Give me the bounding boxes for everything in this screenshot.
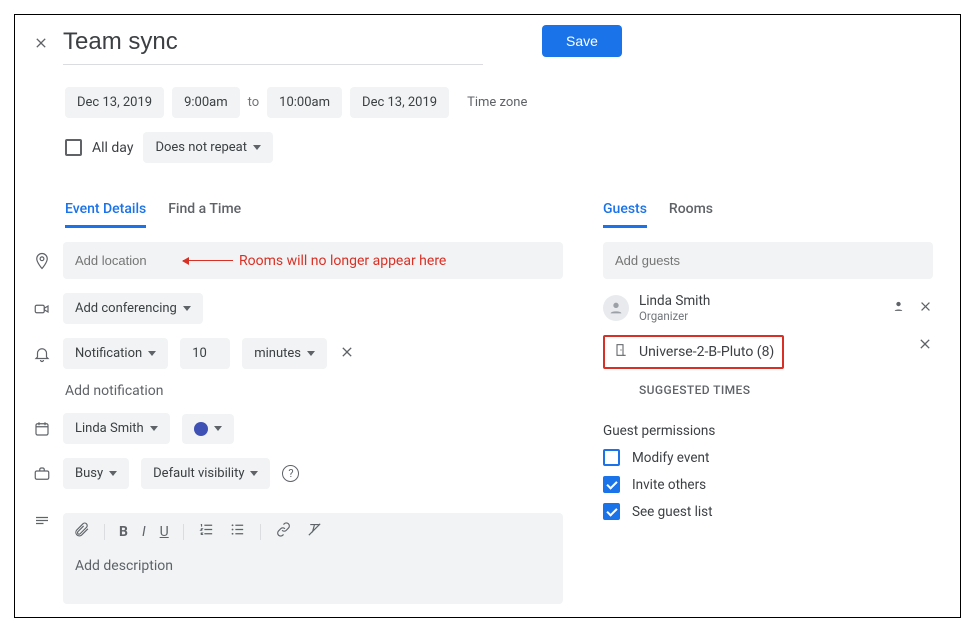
remove-notification-button[interactable] xyxy=(339,344,355,364)
perm-seelist-checkbox[interactable] xyxy=(603,503,620,520)
all-day-checkbox[interactable] xyxy=(65,139,82,156)
end-date-chip[interactable]: Dec 13, 2019 xyxy=(350,87,449,118)
end-time-chip[interactable]: 10:00am xyxy=(267,87,342,118)
notification-unit-label: minutes xyxy=(254,346,301,361)
conferencing-label: Add conferencing xyxy=(75,301,177,316)
location-input[interactable] xyxy=(63,242,563,279)
tab-event-details[interactable]: Event Details xyxy=(65,191,146,228)
calendar-icon xyxy=(33,420,51,438)
chevron-down-icon xyxy=(307,351,315,356)
briefcase-icon xyxy=(33,465,51,483)
visibility-label: Default visibility xyxy=(153,466,244,481)
room-icon xyxy=(613,342,629,362)
underline-icon[interactable]: U xyxy=(160,524,169,540)
separator xyxy=(260,524,261,540)
ordered-list-icon[interactable] xyxy=(198,521,215,542)
bold-icon[interactable]: B xyxy=(119,524,128,540)
guest-name: Linda Smith xyxy=(639,293,881,309)
unordered-list-icon[interactable] xyxy=(229,521,246,542)
start-time-chip[interactable]: 9:00am xyxy=(172,87,240,118)
conferencing-dropdown[interactable]: Add conferencing xyxy=(63,293,203,324)
guests-input[interactable] xyxy=(603,242,933,279)
perm-modify-checkbox[interactable] xyxy=(603,449,620,466)
calendar-owner-dropdown[interactable]: Linda Smith xyxy=(63,413,170,444)
start-date-chip[interactable]: Dec 13, 2019 xyxy=(65,87,164,118)
avatar xyxy=(603,295,629,321)
make-optional-icon[interactable] xyxy=(891,299,906,318)
repeat-label: Does not repeat xyxy=(155,140,247,155)
calendar-owner-label: Linda Smith xyxy=(75,421,144,436)
permissions-title: Guest permissions xyxy=(603,423,933,439)
attach-icon[interactable] xyxy=(73,521,90,542)
chevron-down-icon xyxy=(109,471,117,476)
availability-dropdown[interactable]: Busy xyxy=(63,458,129,489)
all-day-label: All day xyxy=(92,140,133,156)
timezone-link[interactable]: Time zone xyxy=(467,95,527,110)
close-icon[interactable] xyxy=(33,25,49,51)
italic-icon[interactable]: I xyxy=(142,524,146,540)
availability-label: Busy xyxy=(75,466,103,481)
notification-type-dropdown[interactable]: Notification xyxy=(63,338,168,369)
tab-find-time[interactable]: Find a Time xyxy=(168,191,241,228)
tab-guests[interactable]: Guests xyxy=(603,191,647,228)
remove-guest-button[interactable] xyxy=(918,299,933,318)
perm-invite-checkbox[interactable] xyxy=(603,476,620,493)
remove-room-button[interactable] xyxy=(917,336,933,356)
perm-seelist-label: See guest list xyxy=(632,504,713,520)
clear-format-icon[interactable] xyxy=(306,521,323,542)
bell-icon xyxy=(33,345,51,363)
room-guest-highlight: Universe-2-B-Pluto (8) xyxy=(603,335,784,369)
event-title-input[interactable] xyxy=(63,25,483,65)
perm-modify-label: Modify event xyxy=(632,450,709,466)
color-swatch xyxy=(194,422,208,436)
visibility-dropdown[interactable]: Default visibility xyxy=(141,458,270,489)
add-notification-link[interactable]: Add notification xyxy=(65,383,563,399)
to-label: to xyxy=(248,95,260,110)
description-icon xyxy=(33,513,51,531)
tab-rooms[interactable]: Rooms xyxy=(669,191,713,228)
chevron-down-icon xyxy=(214,426,222,431)
notification-unit-dropdown[interactable]: minutes xyxy=(242,338,327,369)
video-icon xyxy=(33,300,51,318)
notification-type-label: Notification xyxy=(75,346,142,361)
save-button[interactable]: Save xyxy=(542,25,622,57)
location-icon xyxy=(33,252,51,270)
event-color-dropdown[interactable] xyxy=(182,414,234,444)
description-textarea[interactable]: Add description xyxy=(63,550,563,604)
chevron-down-icon xyxy=(148,351,156,356)
link-icon[interactable] xyxy=(275,521,292,542)
chevron-down-icon xyxy=(250,471,258,476)
guest-role: Organizer xyxy=(639,309,881,323)
help-icon[interactable]: ? xyxy=(282,465,299,482)
chevron-down-icon xyxy=(183,306,191,311)
separator xyxy=(183,524,184,540)
suggested-times-link[interactable]: Suggested times xyxy=(639,383,933,397)
perm-invite-label: Invite others xyxy=(632,477,706,493)
notification-value-input[interactable]: 10 xyxy=(180,338,230,369)
separator xyxy=(104,524,105,540)
room-name: Universe-2-B-Pluto (8) xyxy=(639,344,774,360)
chevron-down-icon xyxy=(253,145,261,150)
chevron-down-icon xyxy=(150,426,158,431)
repeat-dropdown[interactable]: Does not repeat xyxy=(143,132,273,163)
